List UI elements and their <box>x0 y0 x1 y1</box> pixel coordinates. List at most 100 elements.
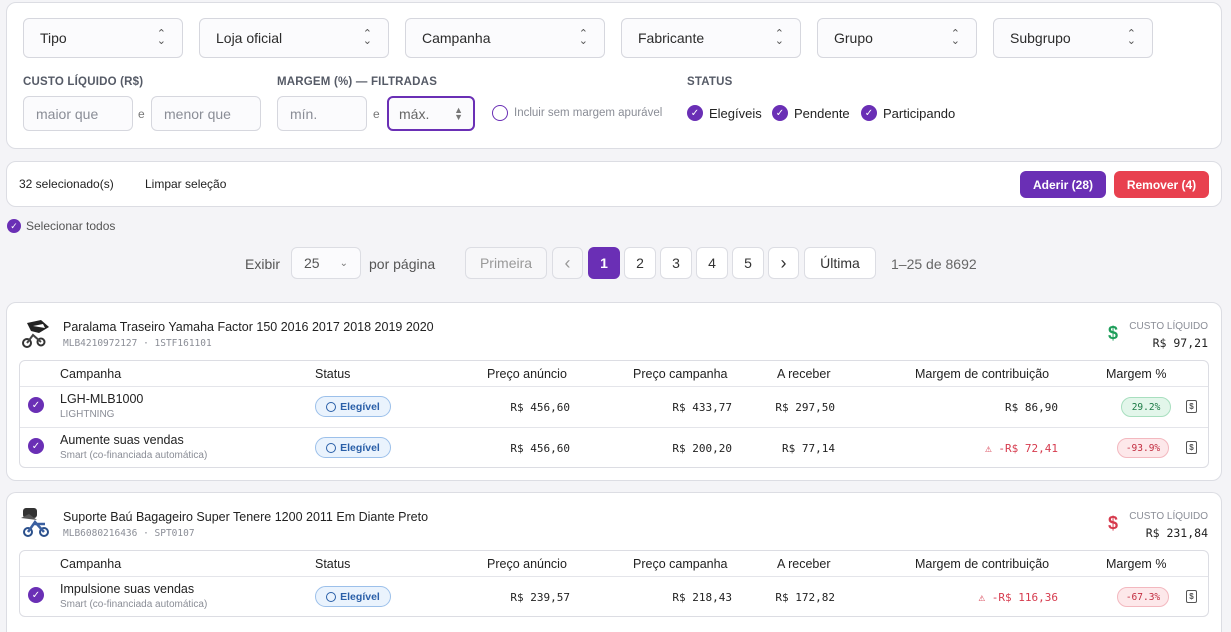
chevron-updown-icon: ⌃ ⌄ <box>362 28 372 47</box>
chevron-down-icon: ⌄ <box>339 257 348 269</box>
chevron-updown-icon: ⌃ ⌄ <box>578 28 588 47</box>
a-receber: R$ 77,14 <box>782 442 835 455</box>
chevron-right-icon: › <box>780 252 787 273</box>
preco-anuncio: R$ 456,60 <box>510 442 570 455</box>
and-separator: e <box>138 107 145 121</box>
circle-icon <box>326 401 337 412</box>
remover-button[interactable]: Remover (4) <box>1114 171 1209 198</box>
status-pendente[interactable]: ✓ Pendente <box>772 105 850 121</box>
custo-max-input[interactable]: menor que <box>151 96 261 131</box>
last-page-button[interactable]: Última <box>804 247 876 279</box>
status-participando[interactable]: ✓ Participando <box>861 105 955 121</box>
status-elegiveis[interactable]: ✓ Elegíveis <box>687 105 762 121</box>
warning-icon: ⚠ <box>985 442 999 455</box>
chevron-updown-icon: ⌃ ⌄ <box>774 28 784 47</box>
margem-contrib: R$ 86,90 <box>1005 401 1058 414</box>
circle-icon <box>326 591 337 602</box>
campaign-type: LIGHTNING <box>60 409 115 420</box>
select-loja-oficial[interactable]: Loja oficial ⌃ ⌄ <box>199 18 389 58</box>
select-tipo[interactable]: Tipo ⌃ ⌄ <box>23 18 183 58</box>
a-receber: R$ 297,50 <box>775 401 835 414</box>
exibir-label: Exibir <box>245 256 281 272</box>
check-icon[interactable]: ✓ <box>7 219 21 233</box>
include-no-margin-label: Incluir sem margem apurável <box>514 107 663 119</box>
select-campanha-label: Campanha <box>422 30 491 46</box>
product-thumbnail <box>21 508 49 537</box>
status-badge: Elegível <box>315 586 391 607</box>
th-a-receber: A receber <box>777 367 831 381</box>
row-check-icon[interactable]: ✓ <box>28 587 44 603</box>
include-no-margin-toggle[interactable]: Incluir sem margem apurável <box>492 105 662 121</box>
cost-label: CUSTO LÍQUIDO <box>1129 321 1208 332</box>
campaign-name: LGH-MLB1000 <box>60 392 144 406</box>
page-button-2[interactable]: 2 <box>624 247 656 279</box>
per-page-select[interactable]: 25 ⌄ <box>291 247 361 279</box>
cost-value: R$ 97,21 <box>1152 336 1208 350</box>
preco-anuncio: R$ 239,57 <box>510 591 570 604</box>
campaign-name: Impulsione suas vendas <box>60 582 195 596</box>
page-range: 1–25 de 8692 <box>891 256 977 272</box>
th-preco-campanha: Preço campanha <box>633 367 728 381</box>
campaign-type: Smart (co-financiada automática) <box>60 599 208 610</box>
next-page-button[interactable]: › <box>768 247 799 279</box>
page-button-4[interactable]: 4 <box>696 247 728 279</box>
campaign-type: Smart (co-financiada automática) <box>60 450 208 461</box>
select-fabricante-label: Fabricante <box>638 30 705 46</box>
page-button-5[interactable]: 5 <box>732 247 764 279</box>
select-subgrupo[interactable]: Subgrupo ⌃ ⌄ <box>993 18 1153 58</box>
receipt-icon[interactable]: $ <box>1186 590 1197 603</box>
th-preco-anuncio: Preço anúncio <box>487 557 567 571</box>
aderir-button[interactable]: Aderir (28) <box>1020 171 1106 198</box>
margem-pct-badge: 29.2% <box>1121 397 1171 417</box>
check-icon[interactable]: ✓ <box>687 105 703 121</box>
page-button-3[interactable]: 3 <box>660 247 692 279</box>
cost-label: CUSTO LÍQUIDO <box>1129 511 1208 522</box>
margem-min-input[interactable]: mín. <box>277 96 367 131</box>
chevron-updown-icon: ⌃ ⌄ <box>1126 28 1136 47</box>
chevron-updown-icon: ⌃ ⌄ <box>156 28 166 47</box>
th-preco-campanha: Preço campanha <box>633 557 728 571</box>
per-page-value: 25 <box>304 255 320 271</box>
margem-contrib: ⚠ -R$ 72,41 <box>908 442 1058 455</box>
and-separator: e <box>373 107 380 121</box>
status-badge: Elegível <box>315 396 391 417</box>
campaign-table: Campanha Status Preço anúncio Preço camp… <box>19 550 1209 617</box>
margem-contrib-value: -R$ 116,36 <box>991 591 1058 604</box>
spinner-icon[interactable]: ▲ ▼ <box>454 105 463 121</box>
select-tipo-label: Tipo <box>40 30 67 46</box>
preco-anuncio: R$ 456,60 <box>510 401 570 414</box>
status-label: STATUS <box>687 76 733 88</box>
product-title[interactable]: Paralama Traseiro Yamaha Factor 150 2016… <box>63 320 434 334</box>
preco-campanha: R$ 200,20 <box>672 442 732 455</box>
receipt-icon[interactable]: $ <box>1186 400 1197 413</box>
select-campanha[interactable]: Campanha ⌃ ⌄ <box>405 18 605 58</box>
prev-page-button[interactable]: ‹ <box>552 247 583 279</box>
select-fabricante[interactable]: Fabricante ⌃ ⌄ <box>621 18 801 58</box>
custo-min-input[interactable]: maior que <box>23 96 133 131</box>
margem-pct-badge: -93.9% <box>1117 438 1169 458</box>
product-title[interactable]: Suporte Baú Bagageiro Super Tenere 1200 … <box>63 510 428 524</box>
select-grupo[interactable]: Grupo ⌃ ⌄ <box>817 18 977 58</box>
row-check-icon[interactable]: ✓ <box>28 397 44 413</box>
th-campanha: Campanha <box>60 557 122 571</box>
row-check-icon[interactable]: ✓ <box>28 438 44 454</box>
clear-selection-link[interactable]: Limpar seleção <box>145 177 226 191</box>
th-margem-pct: Margem % <box>1106 367 1167 381</box>
th-status: Status <box>315 557 351 571</box>
select-all-toggle[interactable]: ✓ Selecionar todos <box>7 219 115 233</box>
status-text: Elegível <box>340 590 380 603</box>
margem-contrib-value: -R$ 72,41 <box>998 442 1058 455</box>
status-text: Elegível <box>340 400 380 413</box>
page-button-1[interactable]: 1 <box>588 247 620 279</box>
warning-icon: ⚠ <box>978 591 992 604</box>
check-icon[interactable]: ✓ <box>861 105 877 121</box>
check-icon[interactable]: ✓ <box>772 105 788 121</box>
margem-max-input[interactable]: máx. ▲ ▼ <box>387 96 475 131</box>
radio-empty-icon[interactable] <box>492 105 508 121</box>
preco-campanha: R$ 433,77 <box>672 401 732 414</box>
receipt-icon[interactable]: $ <box>1186 441 1197 454</box>
first-page-button[interactable]: Primeira <box>465 247 547 279</box>
select-all-label: Selecionar todos <box>26 219 116 233</box>
th-a-receber: A receber <box>777 557 831 571</box>
status-pendente-label: Pendente <box>794 105 850 121</box>
